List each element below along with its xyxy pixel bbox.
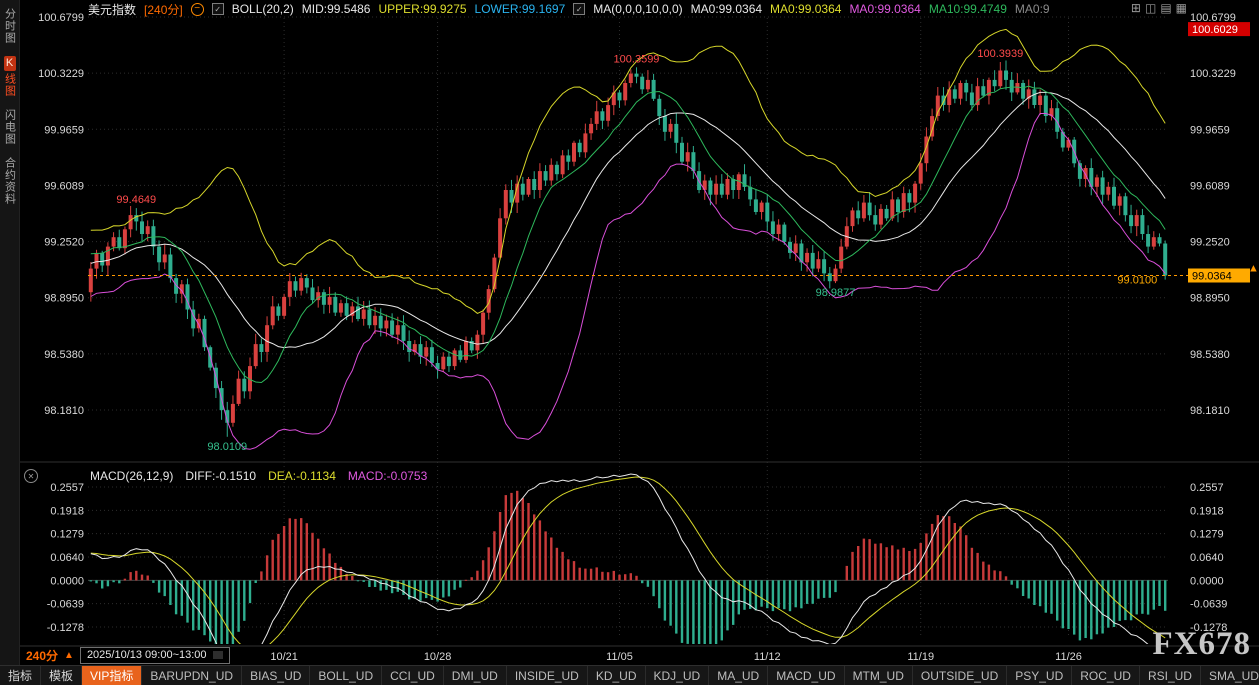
svg-text:100.6799: 100.6799 <box>38 12 84 24</box>
toolbar-button-dmi_ud[interactable]: DMI_UD <box>444 666 507 685</box>
svg-text:-0.0639: -0.0639 <box>47 599 84 611</box>
toolbar-button-sma_ud[interactable]: SMA_UD <box>1201 666 1259 685</box>
svg-text:98.5380: 98.5380 <box>1190 349 1230 361</box>
sidebar: 分时图 K线图闪电图合约资料 <box>0 0 20 665</box>
macd-header: MACD(26,12,9) DIFF:-0.1510 DEA:-0.1134 M… <box>90 469 427 483</box>
svg-text:0.1279: 0.1279 <box>1190 529 1224 541</box>
toolbar-tab-indicators[interactable]: 指标 <box>0 666 41 685</box>
svg-text:100.3229: 100.3229 <box>38 68 84 80</box>
status-period-label[interactable]: 240分 <box>26 647 58 664</box>
macd-diff-value: DIFF:-0.1510 <box>185 469 256 483</box>
svg-text:99.2520: 99.2520 <box>1190 237 1230 249</box>
svg-text:100.3599: 100.3599 <box>614 53 660 65</box>
toolbar-button-psy_ud[interactable]: PSY_UD <box>1007 666 1072 685</box>
svg-text:99.6089: 99.6089 <box>1190 180 1230 192</box>
macd-name: MACD(26,12,9) <box>90 469 173 483</box>
date-range-box[interactable]: 2025/10/13 09:00~13:00 <box>80 647 230 664</box>
svg-text:98.8950: 98.8950 <box>44 293 84 305</box>
chart-canvas[interactable]: 100.6799100.6799100.3229100.322999.96599… <box>20 10 1259 666</box>
svg-text:0.0000: 0.0000 <box>1190 575 1224 587</box>
toolbar-button-kdj_ud[interactable]: KDJ_UD <box>646 666 710 685</box>
svg-text:-0.1278: -0.1278 <box>47 622 84 634</box>
toolbar-button-rsi_ud[interactable]: RSI_UD <box>1140 666 1201 685</box>
svg-text:11/05: 11/05 <box>606 651 633 663</box>
svg-text:99.2520: 99.2520 <box>44 237 84 249</box>
svg-text:0.2557: 0.2557 <box>1190 482 1224 494</box>
sidebar-item-contract-info[interactable]: 合约资料 <box>1 157 19 205</box>
toolbar-button-bias_ud[interactable]: BIAS_UD <box>242 666 310 685</box>
svg-text:100.3939: 100.3939 <box>977 48 1023 60</box>
toolbar-tab-vip[interactable]: VIP指标 <box>82 666 142 685</box>
svg-text:98.1810: 98.1810 <box>44 405 84 417</box>
svg-text:99.0100: 99.0100 <box>1117 275 1157 287</box>
svg-text:99.9659: 99.9659 <box>1190 124 1230 136</box>
toolbar-button-macd_ud[interactable]: MACD_UD <box>768 666 844 685</box>
svg-text:99.6089: 99.6089 <box>44 180 84 192</box>
watermark-fx678: FX678 <box>1153 626 1252 663</box>
svg-text:-0.0639: -0.0639 <box>1190 599 1227 611</box>
svg-text:10/28: 10/28 <box>424 651 452 663</box>
svg-text:0.2557: 0.2557 <box>50 482 84 494</box>
svg-text:0.1918: 0.1918 <box>1190 505 1224 517</box>
svg-text:10/21: 10/21 <box>270 651 298 663</box>
macd-macd-value: MACD:-0.0753 <box>348 469 427 483</box>
sidebar-item-time-chart[interactable]: 分时图 <box>1 8 19 44</box>
toolbar-button-roc_ud[interactable]: ROC_UD <box>1072 666 1140 685</box>
svg-text:98.1810: 98.1810 <box>1190 405 1230 417</box>
svg-text:0.1918: 0.1918 <box>50 505 84 517</box>
sidebar-item-flash-chart[interactable]: 闪电图 <box>1 109 19 145</box>
svg-text:11/19: 11/19 <box>907 651 934 663</box>
toolbar-button-cci_ud[interactable]: CCI_UD <box>382 666 444 685</box>
toolbar-button-boll_ud[interactable]: BOLL_UD <box>310 666 382 685</box>
svg-text:11/26: 11/26 <box>1055 651 1082 663</box>
svg-text:0.0640: 0.0640 <box>1190 552 1224 564</box>
toolbar-button-outside_ud[interactable]: OUTSIDE_UD <box>913 666 1007 685</box>
toolbar-button-barupdn_ud[interactable]: BARUPDN_UD <box>142 666 242 685</box>
toolbar-button-inside_ud[interactable]: INSIDE_UD <box>507 666 588 685</box>
sidebar-item-kline-chart[interactable]: K线图 <box>1 56 19 97</box>
svg-text:98.8950: 98.8950 <box>1190 293 1230 305</box>
svg-text:100.3229: 100.3229 <box>1190 68 1236 80</box>
svg-text:100.6029: 100.6029 <box>1192 24 1238 36</box>
toolbar-button-ma_ud[interactable]: MA_UD <box>709 666 768 685</box>
macd-dea-value: DEA:-0.1134 <box>268 469 336 483</box>
svg-text:99.0364: 99.0364 <box>1192 271 1232 283</box>
bottom-toolbar: 指标模板VIP指标BARUPDN_UDBIAS_UDBOLL_UDCCI_UDD… <box>0 665 1259 685</box>
date-range-text: 2025/10/13 09:00~13:00 <box>87 649 207 661</box>
svg-text:99.4649: 99.4649 <box>116 194 156 206</box>
svg-text:11/12: 11/12 <box>754 651 781 663</box>
toolbar-button-kd_ud[interactable]: KD_UD <box>588 666 646 685</box>
svg-text:98.0109: 98.0109 <box>207 441 247 453</box>
svg-text:98.5380: 98.5380 <box>44 349 84 361</box>
svg-text:0.0000: 0.0000 <box>50 575 84 587</box>
macd-settings-icon[interactable] <box>24 469 38 483</box>
svg-text:99.9659: 99.9659 <box>44 124 84 136</box>
toolbar-button-mtm_ud[interactable]: MTM_UD <box>845 666 913 685</box>
svg-text:0.0640: 0.0640 <box>50 552 84 564</box>
up-arrow-icon: ▲ <box>64 650 74 661</box>
toolbar-tab-templates[interactable]: 模板 <box>41 666 82 685</box>
svg-text:0.1279: 0.1279 <box>50 529 84 541</box>
svg-text:98.9877: 98.9877 <box>816 287 856 299</box>
status-bar: 240分 ▲ 2025/10/13 09:00~13:00 <box>26 646 230 664</box>
